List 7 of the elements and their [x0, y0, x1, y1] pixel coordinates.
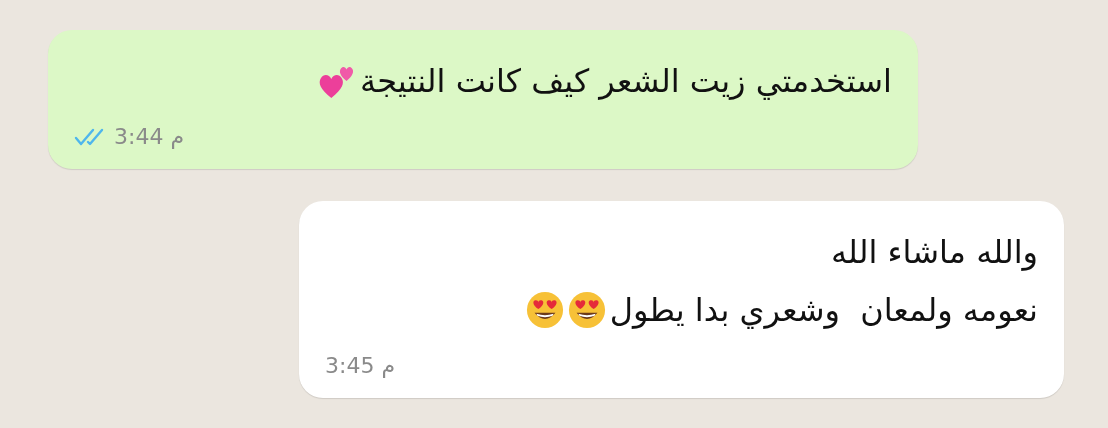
heart-eyes-face-icon — [525, 291, 564, 329]
message-text: استخدمتي زيت الشعر كيف كانت النتيجة — [360, 61, 892, 102]
message-time: م 3:45 — [325, 353, 396, 378]
message-text: والله ماشاء الله — [830, 232, 1038, 273]
message-text: نعومه ولمعان وشعري بدا يطول — [609, 290, 1038, 331]
message-time: م 3:44 — [114, 124, 185, 149]
heart-eyes-face-icon — [567, 291, 606, 329]
